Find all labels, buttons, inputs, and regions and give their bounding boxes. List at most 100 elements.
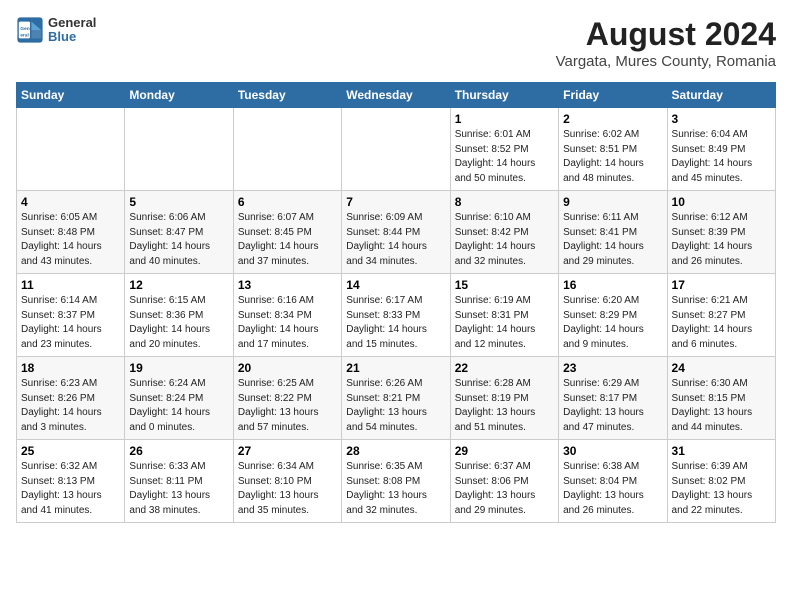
calendar-cell: 9 Sunrise: 6:11 AMSunset: 8:41 PMDaylight…	[559, 191, 667, 274]
day-number: 13	[238, 278, 337, 292]
week-row-4: 18 Sunrise: 6:23 AMSunset: 8:26 PMDayligh…	[17, 357, 776, 440]
day-info: Sunrise: 6:24 AMSunset: 8:24 PMDaylight:…	[129, 377, 228, 435]
calendar-cell: 16Sunrise: 6:20 AMSunset: 8:29 PMDayligh…	[559, 274, 667, 357]
calendar-cell: 6Sunrise: 6:07 AMSunset: 8:45 PMDaylight…	[233, 191, 341, 274]
calendar-cell: 11 Sunrise: 6:14 AMSunset: 8:37 PMDayligh…	[17, 274, 125, 357]
day-info: Sunrise: 6:34 AMSunset: 8:10 PMDaylight:…	[238, 460, 337, 518]
day-number: 12	[129, 278, 228, 292]
week-row-5: 25 Sunrise: 6:32 AMSunset: 8:13 PMDayligh…	[17, 440, 776, 523]
header-cell-saturday: Saturday	[667, 83, 775, 108]
day-number: 3	[672, 112, 771, 126]
day-number: 22	[455, 361, 554, 375]
day-info: Sunrise: 6:14 AMSunset: 8:37 PMDaylight:…	[21, 294, 120, 352]
day-info: Sunrise: 6:07 AMSunset: 8:45 PMDaylight:…	[238, 211, 337, 269]
calendar-cell	[17, 108, 125, 191]
day-number: 7	[346, 195, 445, 209]
day-number: 1	[455, 112, 554, 126]
logo-icon: Gen eral	[16, 16, 44, 44]
header-cell-sunday: Sunday	[17, 83, 125, 108]
calendar-cell: 30 Sunrise: 6:38 AMSunset: 8:04 PMDayligh…	[559, 440, 667, 523]
calendar-cell: 20Sunrise: 6:25 AMSunset: 8:22 PMDayligh…	[233, 357, 341, 440]
logo-line2: Blue	[48, 30, 96, 44]
page-subtitle: Vargata, Mures County, Romania	[556, 53, 776, 70]
day-info: Sunrise: 6:33 AMSunset: 8:11 PMDaylight:…	[129, 460, 228, 518]
calendar-cell: 14 Sunrise: 6:17 AMSunset: 8:33 PMDayligh…	[342, 274, 450, 357]
svg-text:Gen: Gen	[20, 26, 30, 32]
day-info: Sunrise: 6:39 AMSunset: 8:02 PMDaylight:…	[672, 460, 771, 518]
calendar-cell: 22 Sunrise: 6:28 AMSunset: 8:19 PMDayligh…	[450, 357, 558, 440]
week-row-1: 1 Sunrise: 6:01 AMSunset: 8:52 PMDaylight…	[17, 108, 776, 191]
header-cell-monday: Monday	[125, 83, 233, 108]
day-info: Sunrise: 6:30 AMSunset: 8:15 PMDaylight:…	[672, 377, 771, 435]
day-number: 25	[21, 444, 120, 458]
day-info: Sunrise: 6:35 AMSunset: 8:08 PMDaylight:…	[346, 460, 445, 518]
day-info: Sunrise: 6:32 AMSunset: 8:13 PMDaylight:…	[21, 460, 120, 518]
calendar-cell: 19 Sunrise: 6:24 AMSunset: 8:24 PMDayligh…	[125, 357, 233, 440]
day-info: Sunrise: 6:11 AMSunset: 8:41 PMDaylight:…	[563, 211, 662, 269]
day-info: Sunrise: 6:02 AMSunset: 8:51 PMDaylight:…	[563, 128, 662, 186]
header-cell-wednesday: Wednesday	[342, 83, 450, 108]
calendar-cell: 28Sunrise: 6:35 AMSunset: 8:08 PMDayligh…	[342, 440, 450, 523]
calendar-cell	[233, 108, 341, 191]
calendar-cell: 3 Sunrise: 6:04 AMSunset: 8:49 PMDaylight…	[667, 108, 775, 191]
header-cell-thursday: Thursday	[450, 83, 558, 108]
day-number: 24	[672, 361, 771, 375]
day-number: 11	[21, 278, 120, 292]
header-cell-tuesday: Tuesday	[233, 83, 341, 108]
day-info: Sunrise: 6:05 AMSunset: 8:48 PMDaylight:…	[21, 211, 120, 269]
day-number: 23	[563, 361, 662, 375]
day-info: Sunrise: 6:17 AMSunset: 8:33 PMDaylight:…	[346, 294, 445, 352]
calendar-cell: 24 Sunrise: 6:30 AMSunset: 8:15 PMDayligh…	[667, 357, 775, 440]
day-number: 19	[129, 361, 228, 375]
day-info: Sunrise: 6:04 AMSunset: 8:49 PMDaylight:…	[672, 128, 771, 186]
day-info: Sunrise: 6:10 AMSunset: 8:42 PMDaylight:…	[455, 211, 554, 269]
calendar-cell: 17Sunrise: 6:21 AMSunset: 8:27 PMDayligh…	[667, 274, 775, 357]
logo-line1: General	[48, 16, 96, 30]
calendar-cell: 29Sunrise: 6:37 AMSunset: 8:06 PMDayligh…	[450, 440, 558, 523]
day-info: Sunrise: 6:23 AMSunset: 8:26 PMDaylight:…	[21, 377, 120, 435]
calendar-cell: 18 Sunrise: 6:23 AMSunset: 8:26 PMDayligh…	[17, 357, 125, 440]
calendar-cell	[342, 108, 450, 191]
calendar-cell: 1 Sunrise: 6:01 AMSunset: 8:52 PMDaylight…	[450, 108, 558, 191]
day-info: Sunrise: 6:38 AMSunset: 8:04 PMDaylight:…	[563, 460, 662, 518]
calendar-body: 1 Sunrise: 6:01 AMSunset: 8:52 PMDaylight…	[17, 108, 776, 523]
day-number: 8	[455, 195, 554, 209]
day-info: Sunrise: 6:16 AMSunset: 8:34 PMDaylight:…	[238, 294, 337, 352]
week-row-3: 11 Sunrise: 6:14 AMSunset: 8:37 PMDayligh…	[17, 274, 776, 357]
calendar-cell: 5Sunrise: 6:06 AMSunset: 8:47 PMDaylight…	[125, 191, 233, 274]
calendar-cell: 27 Sunrise: 6:34 AMSunset: 8:10 PMDayligh…	[233, 440, 341, 523]
calendar-cell: 25 Sunrise: 6:32 AMSunset: 8:13 PMDayligh…	[17, 440, 125, 523]
calendar-cell: 4Sunrise: 6:05 AMSunset: 8:48 PMDaylight…	[17, 191, 125, 274]
day-number: 5	[129, 195, 228, 209]
day-number: 9	[563, 195, 662, 209]
day-number: 15	[455, 278, 554, 292]
page-header: Gen eral General Blue August 2024 Vargat…	[16, 16, 776, 70]
day-number: 17	[672, 278, 771, 292]
calendar-cell: 21Sunrise: 6:26 AMSunset: 8:21 PMDayligh…	[342, 357, 450, 440]
calendar-table: SundayMondayTuesdayWednesdayThursdayFrid…	[16, 82, 776, 523]
calendar-cell: 7Sunrise: 6:09 AMSunset: 8:44 PMDaylight…	[342, 191, 450, 274]
calendar-cell: 13 Sunrise: 6:16 AMSunset: 8:34 PMDayligh…	[233, 274, 341, 357]
day-number: 14	[346, 278, 445, 292]
day-number: 31	[672, 444, 771, 458]
day-info: Sunrise: 6:12 AMSunset: 8:39 PMDaylight:…	[672, 211, 771, 269]
logo: Gen eral General Blue	[16, 16, 96, 45]
day-info: Sunrise: 6:20 AMSunset: 8:29 PMDaylight:…	[563, 294, 662, 352]
calendar-cell: 15Sunrise: 6:19 AMSunset: 8:31 PMDayligh…	[450, 274, 558, 357]
calendar-header: SundayMondayTuesdayWednesdayThursdayFrid…	[17, 83, 776, 108]
day-info: Sunrise: 6:37 AMSunset: 8:06 PMDaylight:…	[455, 460, 554, 518]
day-info: Sunrise: 6:29 AMSunset: 8:17 PMDaylight:…	[563, 377, 662, 435]
calendar-cell: 10Sunrise: 6:12 AMSunset: 8:39 PMDayligh…	[667, 191, 775, 274]
calendar-cell	[125, 108, 233, 191]
day-number: 30	[563, 444, 662, 458]
day-info: Sunrise: 6:15 AMSunset: 8:36 PMDaylight:…	[129, 294, 228, 352]
day-info: Sunrise: 6:01 AMSunset: 8:52 PMDaylight:…	[455, 128, 554, 186]
day-number: 26	[129, 444, 228, 458]
calendar-cell: 31 Sunrise: 6:39 AMSunset: 8:02 PMDayligh…	[667, 440, 775, 523]
svg-text:eral: eral	[20, 33, 29, 39]
day-number: 2	[563, 112, 662, 126]
day-info: Sunrise: 6:28 AMSunset: 8:19 PMDaylight:…	[455, 377, 554, 435]
calendar-cell: 2 Sunrise: 6:02 AMSunset: 8:51 PMDaylight…	[559, 108, 667, 191]
day-number: 18	[21, 361, 120, 375]
day-number: 27	[238, 444, 337, 458]
